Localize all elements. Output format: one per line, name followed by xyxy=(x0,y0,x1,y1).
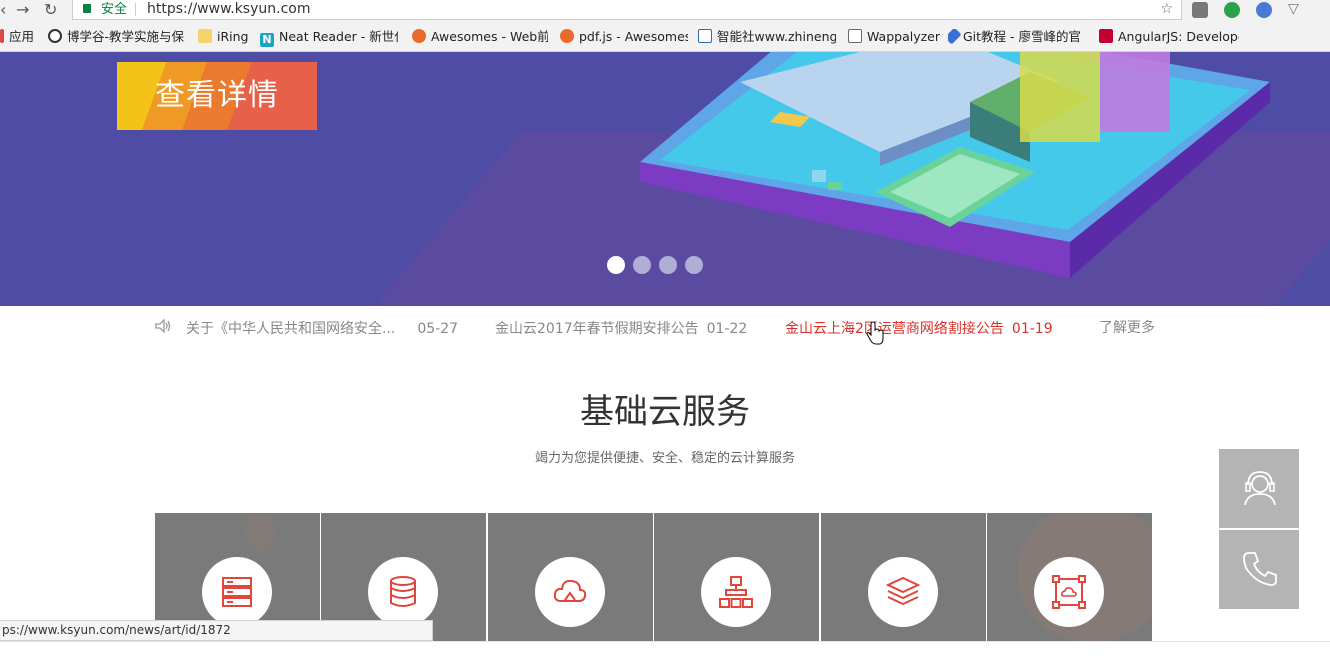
carousel-dot[interactable] xyxy=(659,256,677,274)
layers-icon xyxy=(885,576,921,606)
extension-icon[interactable] xyxy=(1256,2,1272,18)
view-details-button[interactable]: 查看详情 xyxy=(117,62,317,130)
address-bar[interactable]: 安全 https://www.ksyun.com ☆ xyxy=(72,0,1182,20)
hero-banner: 查看详情 xyxy=(0,52,1330,306)
news-item[interactable]: 关于《中华人民共和国网络安全... 05-27 xyxy=(186,318,458,338)
service-card[interactable] xyxy=(821,513,986,641)
status-bar-url: ps://www.ksyun.com/news/art/id/1872 xyxy=(0,620,433,641)
forward-icon[interactable]: → xyxy=(16,0,29,20)
extension-icon[interactable] xyxy=(1224,2,1240,18)
bookmark-star-icon[interactable]: ☆ xyxy=(1160,0,1173,19)
icon-circle xyxy=(202,557,272,627)
news-ticker: 关于《中华人民共和国网络安全... 05-27 金山云2017年春节假期安排公告 0… xyxy=(0,306,1330,348)
reload-icon[interactable]: ↻ xyxy=(44,0,57,20)
secure-label: 安全 xyxy=(101,2,128,17)
page-bottom xyxy=(0,641,1330,659)
card-background xyxy=(245,513,275,553)
bookmarks-bar: 应用 博学谷-教学实施与保 iRing N Neat Reader - 新世代 A… xyxy=(0,22,1330,52)
awesomes-icon xyxy=(560,29,574,43)
more-news-link[interactable]: 了解更多 xyxy=(1099,317,1155,337)
bookmark-item[interactable]: Awesomes - Web前 xyxy=(412,29,548,45)
bookmark-item[interactable]: 博学谷-教学实施与保 xyxy=(48,29,185,45)
bookmark-item[interactable]: iRing xyxy=(198,29,250,45)
carousel-indicators xyxy=(607,256,711,278)
rocket-icon xyxy=(948,29,962,45)
bookmark-item[interactable]: pdf.js - Awesomes xyxy=(560,29,688,45)
carousel-dot[interactable] xyxy=(685,256,703,274)
hero-illustration xyxy=(640,52,1270,278)
server-icon xyxy=(222,577,252,607)
icon-circle xyxy=(701,557,771,627)
hand-cursor-icon xyxy=(866,322,884,345)
news-item[interactable]: 金山云2017年春节假期安排公告 01-22 xyxy=(495,318,747,338)
extension-icon[interactable] xyxy=(1192,2,1208,18)
lock-icon xyxy=(83,4,91,13)
awesomes-icon xyxy=(412,29,426,43)
bookmark-item[interactable]: N Neat Reader - 新世代 xyxy=(260,29,398,47)
page-icon xyxy=(848,29,862,43)
news-item[interactable]: 金山云上海2区运营商网络割接公告 01-19 xyxy=(785,318,1053,338)
folder-icon xyxy=(198,29,212,43)
divider xyxy=(135,3,136,16)
headset-icon xyxy=(1244,471,1276,506)
icon-circle xyxy=(535,557,605,627)
bookmark-item[interactable]: Wappalyzer xyxy=(848,29,940,45)
phone-icon xyxy=(1243,552,1277,586)
icon-circle xyxy=(868,557,938,627)
angular-icon xyxy=(1099,29,1113,43)
back-icon[interactable]: ‹ xyxy=(0,0,6,20)
network-icon xyxy=(719,576,753,608)
zhinengshe-icon xyxy=(698,29,712,43)
icon-circle xyxy=(1034,557,1104,627)
carousel-dot[interactable] xyxy=(607,256,625,274)
phone-button[interactable] xyxy=(1219,530,1299,609)
carousel-dot[interactable] xyxy=(633,256,651,274)
section-title: 基础云服务 xyxy=(580,392,750,432)
bookmark-item[interactable]: Git教程 - 廖雪峰的官 xyxy=(948,29,1088,45)
database-icon xyxy=(390,576,416,607)
neat-reader-icon: N xyxy=(260,33,274,47)
url-text[interactable]: https://www.ksyun.com xyxy=(147,0,310,19)
apps-icon xyxy=(0,29,4,43)
service-card[interactable] xyxy=(488,513,653,641)
browser-toolbar: ‹ → ↻ 安全 https://www.ksyun.com ☆ ▽ xyxy=(0,0,1330,22)
bookmark-item[interactable]: 智能社www.zhinengs xyxy=(698,29,836,45)
service-card[interactable] xyxy=(987,513,1152,641)
icon-circle xyxy=(368,557,438,627)
bookmark-item[interactable]: 应用 xyxy=(0,29,40,45)
cloud-storage-icon xyxy=(553,579,587,602)
floating-contact-panel xyxy=(1219,449,1299,611)
customer-service-button[interactable] xyxy=(1219,449,1299,528)
cloud-frame-icon xyxy=(1052,575,1086,609)
service-card[interactable] xyxy=(654,513,819,641)
bookmark-item[interactable]: AngularJS: Develope xyxy=(1099,29,1239,45)
vue-devtools-icon[interactable]: ▽ xyxy=(1288,2,1304,18)
speaker-icon xyxy=(155,319,171,333)
site-icon xyxy=(48,29,62,43)
section-subtitle: 竭力为您提供便捷、安全、稳定的云计算服务 xyxy=(534,451,795,466)
